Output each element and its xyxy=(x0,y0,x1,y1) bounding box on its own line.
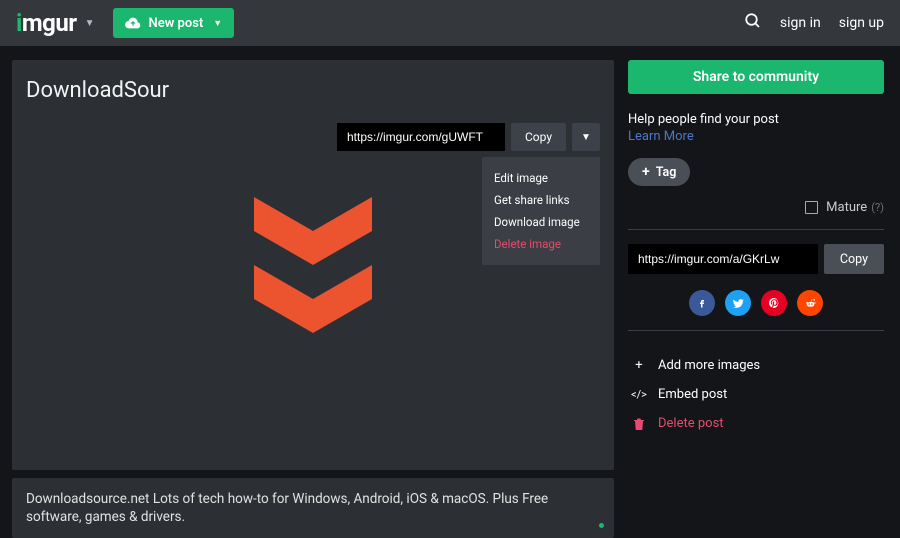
delete-post-label: Delete post xyxy=(658,416,724,431)
menu-edit-image[interactable]: Edit image xyxy=(482,167,600,189)
help-block: Help people find your post Learn More xyxy=(628,112,884,144)
plus-icon: + xyxy=(628,358,650,373)
trash-icon xyxy=(628,417,650,431)
album-url-input[interactable] xyxy=(628,244,818,274)
add-more-images-button[interactable]: + Add more images xyxy=(628,351,884,380)
plus-icon: + xyxy=(642,164,650,180)
logo[interactable]: imgur xyxy=(16,9,77,37)
embed-icon: </> xyxy=(628,388,650,401)
tag-label: Tag xyxy=(656,165,677,180)
mature-checkbox[interactable] xyxy=(805,201,818,214)
help-icon[interactable]: (?) xyxy=(871,201,884,214)
chevron-down-icon: ▼ xyxy=(581,132,591,143)
image-url-input[interactable] xyxy=(337,123,505,151)
post-actions: + Add more images </> Embed post Delete … xyxy=(628,351,884,438)
reddit-icon[interactable] xyxy=(797,290,823,316)
add-tag-button[interactable]: + Tag xyxy=(628,158,690,186)
new-post-label: New post xyxy=(149,16,204,31)
menu-delete-image[interactable]: Delete image xyxy=(482,233,600,255)
embed-post-label: Embed post xyxy=(658,387,727,402)
sidebar: Share to community Help people find your… xyxy=(628,60,884,538)
status-dot xyxy=(599,523,604,528)
image-toolbar: Copy ▼ xyxy=(337,123,600,151)
new-post-button[interactable]: New post ▼ xyxy=(113,8,235,38)
image-dropdown-menu: Edit image Get share links Download imag… xyxy=(482,157,600,265)
cloud-upload-icon xyxy=(125,17,141,29)
main-column: DownloadSour Copy ▼ Edit image Get share… xyxy=(12,60,614,538)
image-menu-toggle[interactable]: ▼ xyxy=(572,123,600,151)
menu-download-image[interactable]: Download image xyxy=(482,211,600,233)
twitter-icon[interactable] xyxy=(725,290,751,316)
social-row xyxy=(628,290,884,316)
copy-image-url-button[interactable]: Copy xyxy=(511,123,566,151)
divider xyxy=(628,330,884,331)
top-bar: imgur ▼ New post ▼ sign in sign up xyxy=(0,0,900,46)
chevron-down-icon[interactable]: ▼ xyxy=(213,18,222,29)
share-to-community-button[interactable]: Share to community xyxy=(628,60,884,94)
sign-in-link[interactable]: sign in xyxy=(780,15,821,31)
logo-text: mgur xyxy=(22,9,77,37)
post-description[interactable]: Downloadsource.net Lots of tech how-to f… xyxy=(12,478,614,538)
embed-post-button[interactable]: </> Embed post xyxy=(628,380,884,409)
post-title[interactable]: DownloadSour xyxy=(26,78,600,103)
menu-get-share-links[interactable]: Get share links xyxy=(482,189,600,211)
image-area: Copy ▼ Edit image Get share links Downlo… xyxy=(26,123,600,427)
sign-up-link[interactable]: sign up xyxy=(839,15,884,31)
copy-album-url-button[interactable]: Copy xyxy=(824,244,884,274)
learn-more-link[interactable]: Learn More xyxy=(628,129,694,144)
delete-post-button[interactable]: Delete post xyxy=(628,409,884,438)
search-icon[interactable] xyxy=(744,12,762,34)
post-card: DownloadSour Copy ▼ Edit image Get share… xyxy=(12,60,614,470)
mature-label: Mature xyxy=(826,200,867,215)
help-text: Help people find your post xyxy=(628,112,884,127)
album-url-row: Copy xyxy=(628,244,884,274)
uploaded-image[interactable] xyxy=(254,197,372,341)
post-description-text: Downloadsource.net Lots of tech how-to f… xyxy=(26,491,548,525)
pinterest-icon[interactable] xyxy=(761,290,787,316)
mature-row: Mature (?) xyxy=(628,200,884,215)
add-more-images-label: Add more images xyxy=(658,358,760,373)
chevron-down-icon[interactable]: ▼ xyxy=(85,18,95,29)
facebook-icon[interactable] xyxy=(689,290,715,316)
divider xyxy=(628,229,884,230)
